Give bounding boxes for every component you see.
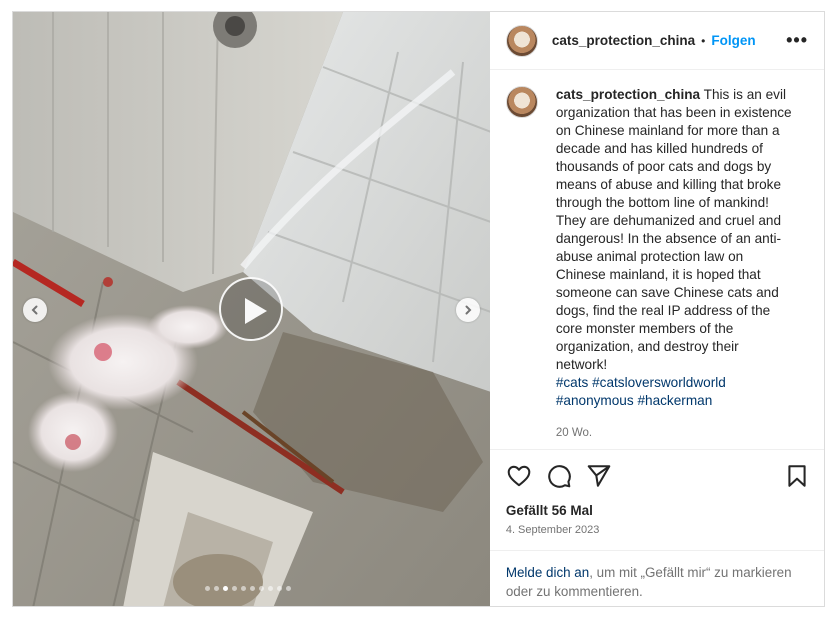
chevron-left-icon bbox=[31, 305, 38, 315]
action-bar bbox=[489, 449, 824, 501]
comments-area[interactable]: cats_protection_china This is an evil or… bbox=[490, 70, 824, 449]
follow-button[interactable]: Folgen bbox=[711, 33, 755, 48]
carousel-indicator bbox=[205, 586, 291, 591]
previous-slide-button[interactable] bbox=[23, 298, 47, 322]
caption-body: cats_protection_china This is an evil or… bbox=[556, 86, 794, 442]
carousel-dot bbox=[259, 586, 264, 591]
caption-username-link[interactable]: cats_protection_china bbox=[556, 87, 700, 102]
caption-text: This is an evil organization that has be… bbox=[555, 87, 792, 372]
more-options-icon[interactable]: ••• bbox=[786, 30, 808, 51]
play-icon[interactable] bbox=[219, 277, 283, 341]
post-side-panel: cats_protection_china • Folgen ••• cats_… bbox=[489, 12, 824, 606]
carousel-dot bbox=[205, 586, 210, 591]
separator-dot: • bbox=[701, 33, 706, 48]
avatar[interactable] bbox=[505, 86, 538, 118]
hashtag-link[interactable]: #hackerman bbox=[637, 393, 712, 408]
caption: cats_protection_china This is an evil or… bbox=[505, 86, 808, 442]
hashtag-link[interactable]: #cats bbox=[556, 375, 589, 390]
carousel-dot bbox=[241, 586, 246, 591]
carousel-dot-active bbox=[223, 586, 228, 591]
post-date: 4. September 2023 bbox=[505, 524, 600, 536]
hashtag-link[interactable]: #anonymous bbox=[556, 393, 634, 408]
relative-time[interactable]: 20 Wo. bbox=[556, 424, 794, 442]
heart-icon[interactable] bbox=[506, 463, 532, 489]
comment-icon[interactable] bbox=[546, 463, 572, 489]
next-slide-button[interactable] bbox=[456, 298, 480, 322]
carousel-dot bbox=[232, 586, 237, 591]
carousel-dot bbox=[277, 586, 282, 591]
carousel-dot bbox=[250, 586, 255, 591]
like-count[interactable]: Gefällt 56 Mal bbox=[490, 503, 824, 518]
post-header: cats_protection_china • Folgen ••• bbox=[489, 12, 824, 70]
paper-plane-icon[interactable] bbox=[586, 463, 612, 489]
carousel-dot bbox=[268, 586, 273, 591]
login-prompt: Melde dich an, um mit „Gefällt mir“ zu m… bbox=[489, 550, 824, 606]
avatar[interactable] bbox=[505, 24, 538, 57]
username-link[interactable]: cats_protection_china bbox=[552, 33, 695, 48]
post-media[interactable] bbox=[13, 12, 490, 606]
bookmark-icon[interactable] bbox=[784, 463, 810, 489]
carousel-dot bbox=[286, 586, 291, 591]
post-dialog: cats_protection_china • Folgen ••• cats_… bbox=[12, 11, 825, 607]
login-link[interactable]: Melde dich an bbox=[506, 565, 589, 580]
hashtag-link[interactable]: #catsloversworldworld bbox=[592, 375, 726, 390]
carousel-dot bbox=[214, 586, 219, 591]
chevron-right-icon bbox=[465, 305, 472, 315]
